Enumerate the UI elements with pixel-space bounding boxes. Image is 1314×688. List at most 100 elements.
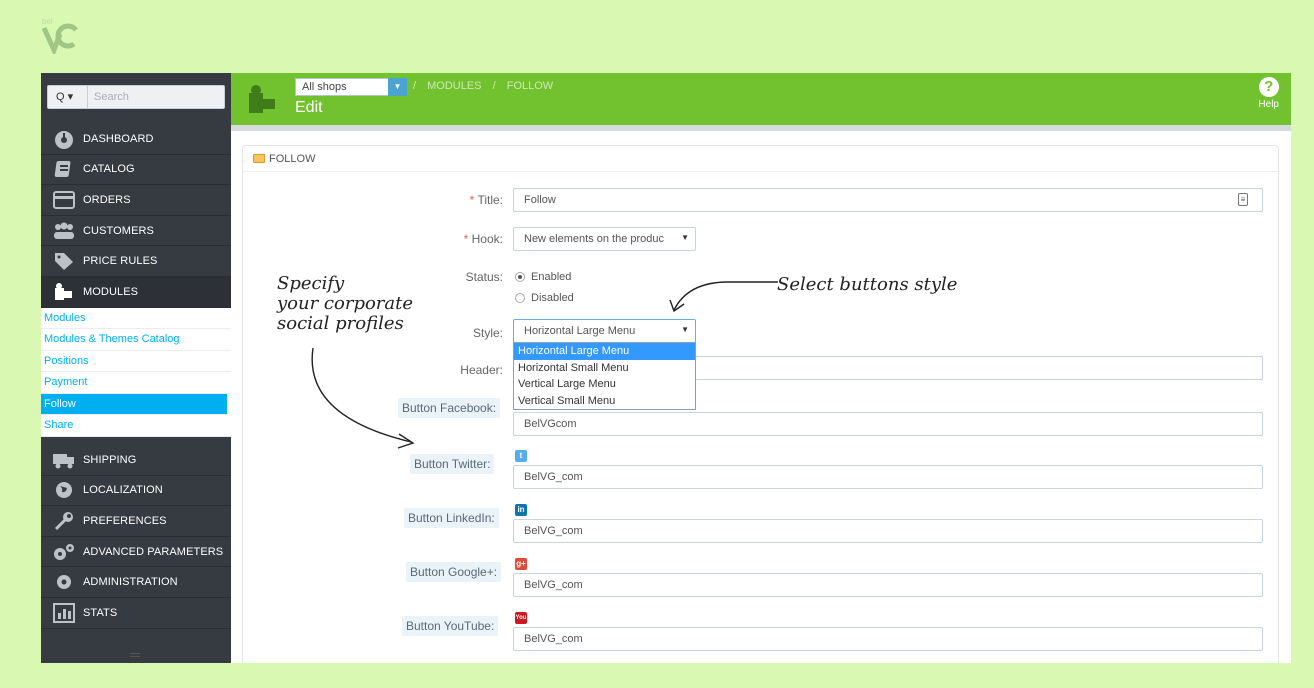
facebook-input[interactable]: BelVGcom — [513, 412, 1263, 436]
translate-icon[interactable]: ≡ — [1238, 193, 1248, 206]
hook-select[interactable]: New elements on the produc ▼ — [513, 227, 696, 251]
status-enabled-radio[interactable]: Enabled — [515, 271, 571, 283]
menu-item-dashboard[interactable]: DASHBOARD — [41, 124, 231, 155]
title-label: * Title: — [469, 193, 503, 207]
menu-label: LOCALIZATION — [83, 484, 163, 497]
title-input[interactable]: Follow ≡ — [513, 188, 1263, 212]
menu-item-advanced-parameters[interactable]: ADVANCED PARAMETERS — [41, 537, 231, 568]
radio-icon — [515, 272, 525, 282]
advanced-parameters-icon — [47, 541, 81, 563]
googleplus-input[interactable]: BelVG_com — [513, 573, 1263, 597]
menu-label: MODULES — [83, 285, 139, 298]
chevron-down-icon: ▼ — [681, 325, 689, 334]
linkedin-input[interactable]: BelVG_com — [513, 519, 1263, 543]
annotation-specify-profiles: Specify your corporate social profiles — [277, 273, 414, 334]
header-divider — [231, 125, 1291, 131]
menu-label: ADMINISTRATION — [83, 576, 178, 589]
hook-label: * Hook: — [463, 232, 503, 246]
menu-item-preferences[interactable]: PREFERENCES — [41, 506, 231, 537]
menu-label: CATALOG — [83, 163, 135, 176]
follow-panel: FOLLOW * Title: Follow ≡ * Hook: New ele… — [242, 145, 1279, 663]
menu-item-catalog[interactable]: CATALOG — [41, 155, 231, 186]
main-menu: DASHBOARD CATALOG ORDERS CUSTOMERS PRICE… — [41, 124, 231, 437]
breadcrumb-separator: / — [413, 80, 417, 92]
menu-label: ORDERS — [83, 193, 131, 206]
svg-text:bel: bel — [42, 17, 53, 26]
status-disabled-radio[interactable]: Disabled — [515, 292, 574, 304]
menu-item-price-rules[interactable]: PRICE RULES — [41, 246, 231, 277]
breadcrumb-item[interactable]: MODULES — [427, 80, 481, 92]
button-linkedin-label: Button LinkedIn: — [404, 508, 499, 528]
googleplus-icon: g+ — [515, 558, 527, 570]
modules-submenu: Modules Modules & Themes Catalog Positio… — [41, 307, 231, 437]
menu-item-administration[interactable]: ADMINISTRATION — [41, 567, 231, 598]
folder-icon — [253, 154, 265, 163]
menu-label: PREFERENCES — [83, 514, 167, 527]
admin-window: Q ▾ Search DASHBOARD CATALOG ORDERS CUST… — [41, 73, 1291, 663]
search-dropdown-button[interactable]: Q ▾ — [48, 86, 88, 108]
youtube-icon: You — [515, 612, 527, 624]
menu-item-orders[interactable]: ORDERS — [41, 185, 231, 216]
menu-label: STATS — [83, 606, 118, 619]
price-rules-icon — [47, 250, 81, 272]
youtube-input[interactable]: BelVG_com — [513, 627, 1263, 651]
submenu-item-modules-themes-catalog[interactable]: Modules & Themes Catalog — [41, 329, 231, 351]
button-twitter-label: Button Twitter: — [410, 454, 495, 474]
menu-label: CUSTOMERS — [83, 224, 154, 237]
button-googleplus-label: Button Google+: — [406, 562, 502, 582]
submenu-item-payment[interactable]: Payment — [41, 372, 231, 394]
help-button[interactable]: ? Help — [1258, 77, 1279, 110]
modules-puzzle-icon — [245, 83, 279, 120]
panel-title: FOLLOW — [269, 152, 316, 165]
style-option[interactable]: Vertical Small Menu — [514, 393, 695, 410]
menu-label: PRICE RULES — [83, 255, 158, 268]
header-label: Header: — [460, 363, 503, 377]
annotation-arrow-right — [669, 281, 778, 313]
orders-icon — [47, 189, 81, 211]
menu-item-customers[interactable]: CUSTOMERS — [41, 216, 231, 247]
page-title: Edit — [295, 99, 323, 116]
menu-item-shipping[interactable]: SHIPPING — [41, 445, 231, 476]
search-box[interactable]: Q ▾ Search — [47, 85, 225, 109]
menu-label: DASHBOARD — [83, 132, 154, 145]
linkedin-icon: in — [515, 504, 527, 516]
annotation-arrow-left — [311, 347, 415, 449]
breadcrumb-separator: / — [492, 80, 496, 92]
breadcrumb: / MODULES / FOLLOW — [409, 80, 557, 92]
stats-icon — [47, 602, 81, 624]
chevron-down-icon: ▼ — [681, 233, 689, 242]
panel-heading: FOLLOW — [243, 146, 1278, 172]
button-youtube-label: Button YouTube: — [402, 616, 499, 636]
menu-label: SHIPPING — [83, 453, 137, 466]
help-label: Help — [1258, 99, 1279, 110]
search-input[interactable]: Search — [94, 91, 129, 103]
style-option[interactable]: Horizontal Small Menu — [514, 360, 695, 377]
submenu-item-follow[interactable]: Follow — [41, 393, 227, 416]
menu-item-localization[interactable]: LOCALIZATION — [41, 476, 231, 507]
page-header: All shops ▼ / MODULES / FOLLOW Edit ? He… — [231, 73, 1291, 125]
chevron-down-icon[interactable]: ▼ — [388, 78, 407, 96]
secondary-menu: SHIPPING LOCALIZATION PREFERENCES ADVANC… — [41, 445, 231, 629]
style-select[interactable]: Horizontal Large Menu ▼ — [513, 319, 696, 343]
submenu-item-modules[interactable]: Modules — [41, 308, 231, 330]
preferences-icon — [47, 510, 81, 532]
style-option[interactable]: Horizontal Large Menu — [514, 343, 695, 360]
catalog-icon — [47, 158, 81, 180]
localization-icon — [47, 479, 81, 501]
sidebar: Q ▾ Search DASHBOARD CATALOG ORDERS CUST… — [41, 73, 231, 663]
administration-icon — [47, 571, 81, 593]
submenu-item-positions[interactable]: Positions — [41, 351, 231, 373]
breadcrumb-item[interactable]: FOLLOW — [507, 80, 553, 92]
submenu-item-share[interactable]: Share — [41, 415, 231, 437]
style-option[interactable]: Vertical Large Menu — [514, 376, 695, 393]
belvg-logo-icon: bel — [41, 17, 78, 54]
menu-item-modules[interactable]: MODULES — [41, 276, 231, 308]
sidebar-collapse-handle[interactable] — [130, 653, 140, 657]
radio-icon — [515, 293, 525, 303]
menu-item-stats[interactable]: STATS — [41, 598, 231, 629]
twitter-icon: t — [515, 450, 527, 462]
twitter-input[interactable]: BelVG_com — [513, 465, 1263, 489]
help-icon: ? — [1258, 77, 1279, 97]
style-label: Style: — [472, 326, 503, 340]
modules-icon — [47, 281, 81, 303]
